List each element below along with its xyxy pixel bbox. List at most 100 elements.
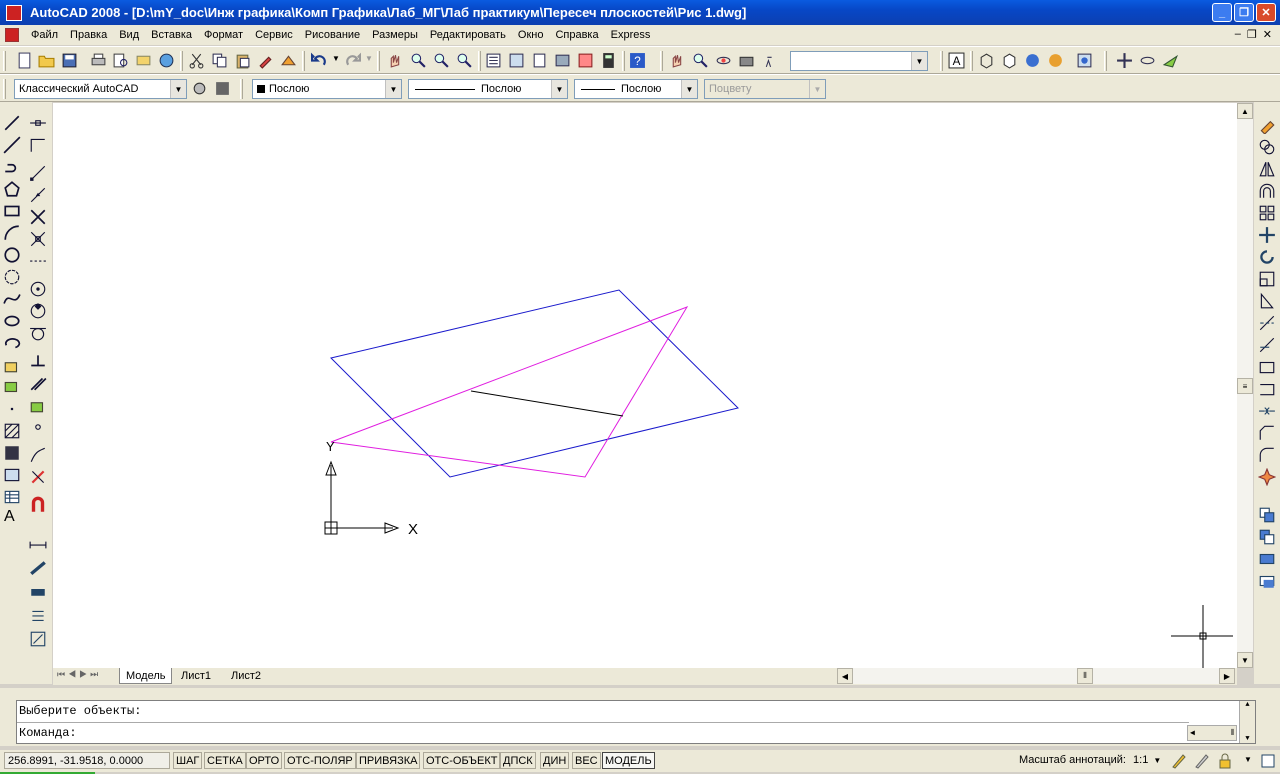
match-properties-icon[interactable] bbox=[257, 52, 274, 69]
named-views-dropdown[interactable]: ▼ bbox=[790, 51, 928, 71]
minimize-button[interactable]: _ bbox=[1212, 3, 1232, 22]
snap-apparent-intersection-icon[interactable] bbox=[29, 230, 47, 248]
close-button[interactable]: ✕ bbox=[1256, 3, 1276, 22]
workspace-settings-icon[interactable] bbox=[191, 80, 208, 97]
chevron-down-icon[interactable]: ▼ bbox=[170, 80, 186, 98]
snap-from-icon[interactable] bbox=[29, 136, 47, 154]
vertical-scroll-thumb[interactable]: ≡ bbox=[1237, 378, 1253, 394]
snap-toggle[interactable]: ШАГ bbox=[173, 752, 203, 769]
zoom-realtime-icon[interactable] bbox=[410, 52, 427, 69]
status-menu-arrow[interactable]: ▼ bbox=[1244, 755, 1252, 764]
trim-icon[interactable] bbox=[1258, 314, 1276, 332]
toolbar-grip[interactable] bbox=[3, 51, 6, 71]
chevron-down-icon[interactable]: ▼ bbox=[385, 80, 401, 98]
save-icon[interactable] bbox=[61, 52, 78, 69]
visual-styles-manager-icon[interactable] bbox=[1076, 52, 1093, 69]
my-workspace-icon[interactable] bbox=[214, 80, 231, 97]
realistic-shade-icon[interactable] bbox=[1024, 52, 1041, 69]
snap-node-icon[interactable] bbox=[29, 418, 47, 436]
region-icon[interactable] bbox=[3, 466, 21, 484]
ortho-toggle[interactable]: ОРТО bbox=[246, 752, 283, 769]
zoom-window-icon[interactable] bbox=[433, 52, 450, 69]
construction-line-icon[interactable] bbox=[3, 136, 21, 154]
plane-magenta[interactable] bbox=[330, 306, 689, 478]
annotation-scale[interactable]: Масштаб аннотаций: 1:1 ▼ bbox=[1019, 752, 1161, 769]
lineweight-control-dropdown[interactable]: Послою ▼ bbox=[574, 79, 698, 99]
copy-object-icon[interactable] bbox=[1258, 138, 1276, 156]
zoom-previous-icon[interactable] bbox=[456, 52, 473, 69]
coordinate-display[interactable]: 256.8991, -31.9518, 0.0000 bbox=[4, 752, 170, 769]
fillet-icon[interactable] bbox=[1258, 446, 1276, 464]
open-folder-icon[interactable] bbox=[38, 52, 55, 69]
lock-icon[interactable] bbox=[1217, 753, 1233, 769]
orbit-icon[interactable] bbox=[715, 52, 732, 69]
chevron-down-icon[interactable]: ▼ bbox=[911, 52, 927, 70]
drawing-canvas[interactable]: X Y bbox=[53, 103, 1237, 668]
bring-to-front-icon[interactable] bbox=[1258, 506, 1276, 524]
menu-format[interactable]: Формат bbox=[198, 25, 249, 45]
pan-realtime-icon[interactable] bbox=[387, 52, 404, 69]
mirror-icon[interactable] bbox=[1258, 160, 1276, 178]
gradient-icon[interactable] bbox=[3, 444, 21, 462]
arc-icon[interactable] bbox=[3, 224, 21, 242]
block-editor-icon[interactable] bbox=[280, 52, 297, 69]
snap-intersection-icon[interactable] bbox=[29, 208, 47, 226]
horizontal-scrollbar[interactable]: ◀ ⦀ ▶ bbox=[837, 668, 1235, 684]
otrack-toggle[interactable]: ОТС-ОБЪЕКТ bbox=[423, 752, 501, 769]
conceptual-shade-icon[interactable] bbox=[1047, 52, 1064, 69]
tab-layout1[interactable]: Лист1 bbox=[175, 668, 217, 684]
snap-endpoint-icon[interactable] bbox=[29, 164, 47, 182]
object-snap-settings-icon[interactable] bbox=[29, 496, 47, 514]
ellipse-icon[interactable] bbox=[3, 312, 21, 330]
command-text-box[interactable]: Выберите объекты: Команда: ◀ ⦀ ▲ ▼ bbox=[16, 700, 1256, 744]
tab-model[interactable]: Модель bbox=[119, 668, 173, 684]
multiline-text-icon[interactable]: A bbox=[4, 508, 15, 526]
quickcalc-icon[interactable] bbox=[600, 52, 617, 69]
snap-tangent-icon[interactable] bbox=[29, 324, 47, 342]
command-prompt[interactable]: Команда: bbox=[19, 725, 77, 741]
table-icon[interactable] bbox=[3, 488, 21, 506]
redo-dropdown-arrow[interactable]: ▼ bbox=[365, 54, 373, 63]
text-style-icon[interactable]: A bbox=[948, 52, 965, 69]
sheet-set-manager-icon[interactable] bbox=[554, 52, 571, 69]
markup-set-manager-icon[interactable] bbox=[577, 52, 594, 69]
ellipse-arc-icon[interactable] bbox=[3, 334, 21, 352]
chamfer-icon[interactable] bbox=[1258, 424, 1276, 442]
new-file-icon[interactable] bbox=[16, 52, 33, 69]
3d-hidden-icon[interactable] bbox=[1001, 52, 1018, 69]
2d-wireframe-icon[interactable] bbox=[978, 52, 995, 69]
annotation-visibility-icon[interactable] bbox=[1171, 753, 1187, 769]
doc-close-button[interactable]: ✕ bbox=[1263, 28, 1272, 41]
camera-icon[interactable] bbox=[738, 52, 755, 69]
menu-view[interactable]: Вид bbox=[113, 25, 145, 45]
chevron-down-icon[interactable]: ▼ bbox=[681, 80, 697, 98]
dyn-toggle[interactable]: ДИН bbox=[540, 752, 570, 769]
paste-icon[interactable] bbox=[234, 52, 251, 69]
polar-toggle[interactable]: ОТС-ПОЛЯР bbox=[284, 752, 356, 769]
grid-toggle[interactable]: СЕТКА bbox=[204, 752, 246, 769]
dimension-style-icon[interactable] bbox=[29, 608, 47, 626]
array-icon[interactable] bbox=[1258, 204, 1276, 222]
chevron-down-icon[interactable]: ▼ bbox=[1153, 756, 1161, 765]
send-to-back-icon[interactable] bbox=[1258, 528, 1276, 546]
menu-draw[interactable]: Рисование bbox=[299, 25, 366, 45]
explode-icon[interactable] bbox=[1258, 468, 1276, 486]
revision-cloud-icon[interactable] bbox=[3, 268, 21, 286]
circle-icon[interactable] bbox=[3, 246, 21, 264]
scroll-up-icon[interactable]: ▲ bbox=[1237, 103, 1253, 119]
3d-pan-icon[interactable] bbox=[1116, 52, 1133, 69]
snap-quadrant-icon[interactable] bbox=[29, 302, 47, 320]
hatch-icon[interactable] bbox=[3, 422, 21, 440]
rotate-icon[interactable] bbox=[1258, 248, 1276, 266]
workspace-dropdown[interactable]: Классический AutoCAD ▼ bbox=[14, 79, 187, 99]
publish-icon[interactable] bbox=[135, 52, 152, 69]
restore-button[interactable]: ❐ bbox=[1234, 3, 1254, 22]
tab-navigation-arrows[interactable]: ⏮◀▶⏭ bbox=[57, 669, 101, 680]
dimension-linear-icon[interactable] bbox=[29, 536, 47, 554]
scroll-left-icon[interactable]: ◀ bbox=[837, 668, 853, 684]
snap-nearest-icon[interactable] bbox=[29, 446, 47, 464]
scroll-right-icon[interactable]: ▶ bbox=[1219, 668, 1235, 684]
make-block-icon[interactable] bbox=[3, 378, 21, 396]
tool-palettes-icon[interactable] bbox=[531, 52, 548, 69]
walk-icon[interactable] bbox=[761, 52, 778, 69]
